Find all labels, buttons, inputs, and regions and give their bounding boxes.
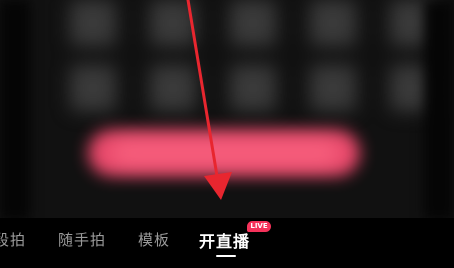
live-badge: LIVE (247, 221, 271, 232)
active-tab-indicator (216, 255, 236, 257)
mode-tab-bar: 段拍 随手拍 模板 开直播 (0, 218, 454, 268)
tab-go-live[interactable]: 开直播 (199, 228, 250, 252)
tab-template[interactable]: 模板 (138, 229, 170, 250)
camera-screen: 段拍 随手拍 模板 开直播 LIVE (0, 0, 454, 268)
tab-quick-shoot[interactable]: 随手拍 (58, 229, 106, 250)
blurred-grid (50, 0, 450, 140)
tab-segment-shoot[interactable]: 段拍 (0, 229, 26, 250)
